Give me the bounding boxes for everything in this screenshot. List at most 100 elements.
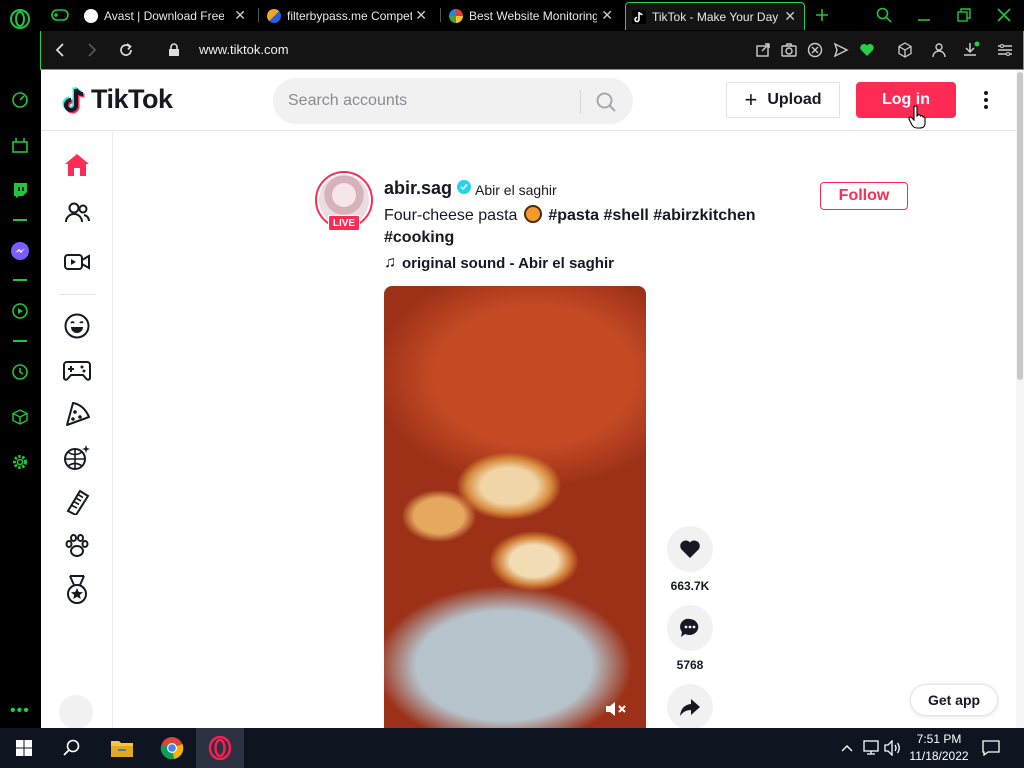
tiktok-note-icon: [62, 86, 85, 113]
heart-icon[interactable]: [858, 41, 876, 59]
home-icon[interactable]: [61, 149, 93, 181]
avast-favicon-icon: [84, 9, 98, 23]
search-tabs-icon[interactable]: [874, 5, 894, 25]
chrome-icon[interactable]: [148, 728, 196, 768]
pasta-emoji-icon: [523, 205, 542, 223]
caption-text: Four-cheese pasta: [384, 207, 518, 224]
tiktok-page: TikTok + Upload Log in: [41, 70, 1024, 728]
opera-logo-icon[interactable]: [8, 7, 32, 31]
minimize-icon[interactable]: [914, 5, 934, 25]
easy-setup-menu-icon[interactable]: [996, 41, 1014, 59]
page-scrollbar[interactable]: [1016, 70, 1024, 728]
live-badge: LIVE: [328, 215, 360, 231]
close-icon[interactable]: ✕: [601, 8, 613, 22]
beauty-comb-icon[interactable]: [61, 486, 93, 518]
search-bar: [273, 78, 633, 124]
close-icon[interactable]: ✕: [234, 8, 246, 22]
windows-start-icon[interactable]: [0, 728, 48, 768]
hashtag-link[interactable]: #shell: [603, 207, 648, 224]
gaming-icon[interactable]: [61, 354, 93, 386]
share-button[interactable]: [667, 684, 713, 728]
twitch-icon[interactable]: [8, 178, 32, 202]
close-window-icon[interactable]: [994, 5, 1014, 25]
reload-icon[interactable]: [117, 41, 135, 59]
snapshot-camera-icon[interactable]: [780, 41, 798, 59]
tab-title: filterbypass.me Compet: [287, 9, 412, 23]
history-icon[interactable]: [8, 360, 32, 384]
tab-title: Avast | Download Free A: [104, 9, 224, 23]
tab-tiktok[interactable]: TikTok - Make Your Day ✕: [625, 2, 805, 30]
taskbar-search-icon[interactable]: [48, 728, 96, 768]
profile-icon[interactable]: [930, 41, 948, 59]
sports-medal-icon[interactable]: [61, 574, 93, 606]
search-input[interactable]: [288, 89, 568, 113]
clock-time: 7:51 PM: [916, 732, 962, 746]
sound-title: original sound - Abir el saghir: [402, 254, 614, 272]
get-app-button[interactable]: Get app: [910, 684, 998, 716]
author-username[interactable]: abir.sag: [384, 178, 452, 199]
mute-volume-icon[interactable]: [603, 698, 629, 720]
comment-count: 5768: [676, 658, 704, 672]
close-icon[interactable]: ✕: [784, 9, 796, 23]
animals-paw-icon[interactable]: [61, 530, 93, 562]
tab-avast[interactable]: Avast | Download Free A ✕: [84, 2, 254, 30]
sound-link[interactable]: ♫ original sound - Abir el saghir: [384, 254, 614, 272]
download-icon[interactable]: [962, 41, 980, 59]
comment-icon: [680, 618, 699, 637]
gamepad-icon[interactable]: [50, 5, 70, 25]
live-video-icon[interactable]: [61, 246, 93, 278]
back-icon[interactable]: [51, 41, 69, 59]
login-button[interactable]: Log in: [856, 82, 956, 118]
windows-taskbar: 7:51 PM 11/18/2022: [0, 728, 1024, 768]
dance-disco-ball-icon[interactable]: [61, 442, 93, 474]
hashtag-link[interactable]: #cooking: [384, 229, 454, 246]
settings-gear-icon[interactable]: [8, 450, 32, 474]
file-explorer-icon[interactable]: [98, 728, 146, 768]
volume-icon[interactable]: [884, 739, 902, 757]
notifications-icon[interactable]: [982, 739, 1000, 757]
hashtag-link[interactable]: #abirzkitchen: [653, 207, 755, 224]
more-options-icon[interactable]: [978, 88, 994, 112]
share-icon[interactable]: [754, 41, 772, 59]
show-hidden-icons-icon[interactable]: [838, 739, 856, 757]
like-count: 663.7K: [670, 579, 710, 593]
new-tab-icon[interactable]: [812, 5, 832, 25]
video-player[interactable]: [384, 286, 646, 728]
comedy-icon[interactable]: [61, 310, 93, 342]
follow-button[interactable]: Follow: [820, 182, 908, 210]
monitoring-favicon-icon: [449, 9, 463, 23]
music-note-icon: ♫: [384, 254, 396, 271]
author-nickname[interactable]: Abir el saghir: [475, 182, 557, 198]
tab-website-monitoring[interactable]: Best Website Monitoring ✕: [449, 2, 621, 30]
comment-button[interactable]: [667, 605, 713, 651]
close-icon[interactable]: ✕: [415, 8, 427, 22]
send-icon[interactable]: [832, 41, 850, 59]
follow-label: Follow: [838, 187, 890, 204]
tiktok-logo[interactable]: TikTok: [61, 84, 173, 115]
forward-icon[interactable]: [83, 41, 101, 59]
sidebar-more-icon[interactable]: •••: [10, 702, 30, 720]
opera-gx-taskbar-icon[interactable]: [196, 728, 244, 768]
cube-icon[interactable]: [896, 41, 914, 59]
messenger-icon[interactable]: [8, 239, 32, 263]
speed-dial-icon[interactable]: [8, 88, 32, 112]
hashtag-link[interactable]: #pasta: [548, 207, 599, 224]
taskbar-clock[interactable]: 7:51 PM 11/18/2022: [905, 731, 973, 765]
tiktok-favicon-icon: [632, 9, 646, 24]
user-avatar-placeholder[interactable]: [59, 695, 93, 728]
search-icon[interactable]: [593, 89, 619, 115]
food-pizza-icon[interactable]: [61, 398, 93, 430]
gx-control-icon[interactable]: [8, 133, 32, 157]
lock-icon[interactable]: [165, 41, 183, 59]
network-icon[interactable]: [862, 739, 880, 757]
tab-filterbypass[interactable]: filterbypass.me Compet ✕: [267, 2, 435, 30]
upload-button[interactable]: + Upload: [726, 82, 840, 118]
restore-icon[interactable]: [954, 5, 974, 25]
extensions-cube-icon[interactable]: [8, 405, 32, 429]
adblock-icon[interactable]: [806, 41, 824, 59]
url-text[interactable]: www.tiktok.com: [199, 42, 289, 57]
following-icon[interactable]: [61, 197, 93, 229]
logo-text: TikTok: [91, 84, 173, 114]
like-button[interactable]: [667, 526, 713, 572]
player-icon[interactable]: [8, 299, 32, 323]
